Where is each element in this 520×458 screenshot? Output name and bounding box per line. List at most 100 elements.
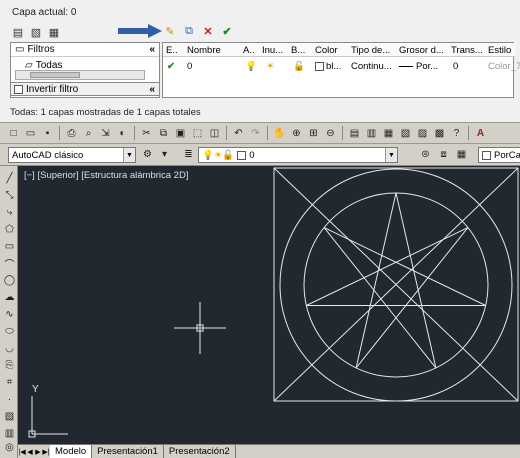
workspace-select[interactable]: AutoCAD clásico ▼ bbox=[8, 147, 136, 163]
line-icon[interactable]: ╱ bbox=[2, 171, 17, 186]
layer-name[interactable]: 0 bbox=[187, 61, 192, 72]
undo-icon[interactable]: ↶ bbox=[231, 126, 246, 141]
layer-linetype[interactable]: Continu... bbox=[351, 61, 392, 72]
col-plot-style[interactable]: Estilo ... bbox=[488, 45, 514, 56]
design-center-icon[interactable]: ▥ bbox=[364, 126, 379, 141]
point-icon[interactable]: · bbox=[2, 392, 17, 407]
col-linetype[interactable]: Tipo de... bbox=[351, 45, 395, 56]
polygon-icon[interactable]: ⬠ bbox=[2, 222, 17, 237]
zoom-window-icon[interactable]: ⊞ bbox=[306, 126, 321, 141]
layer-lineweight[interactable]: Por... bbox=[399, 61, 438, 72]
layer-states-icon[interactable]: ▦ bbox=[454, 147, 469, 162]
chevron-down-icon: ▼ bbox=[123, 148, 135, 162]
make-current-icon[interactable]: ⊜ bbox=[418, 147, 433, 162]
block-editor-icon[interactable]: ◫ bbox=[207, 126, 222, 141]
workspace-settings-icon[interactable]: ⚙ bbox=[140, 147, 155, 162]
col-name[interactable]: Nombre bbox=[187, 45, 235, 56]
new-group-filter-icon[interactable]: ▧ bbox=[28, 24, 44, 40]
zoom-previous-icon[interactable]: ⊖ bbox=[323, 126, 338, 141]
polyline-icon[interactable]: ⤷ bbox=[2, 205, 17, 220]
col-freeze[interactable]: Inu... bbox=[262, 45, 286, 56]
new-layer-frozen-icon[interactable]: ⧉ bbox=[181, 23, 197, 39]
prev-tab-icon[interactable]: ◀ bbox=[26, 447, 34, 457]
new-icon[interactable]: □ bbox=[6, 126, 21, 141]
scrollbar-thumb[interactable] bbox=[30, 72, 80, 78]
layer-row[interactable]: ✔ 0 💡 ☀ 🔓 bl... Continu... Por... 0 Colo… bbox=[163, 59, 520, 73]
sheet-set-icon[interactable]: ▧ bbox=[398, 126, 413, 141]
paste-icon[interactable]: ▣ bbox=[173, 126, 188, 141]
construction-line-icon[interactable]: ⤡ bbox=[2, 188, 17, 203]
layer-previous-icon[interactable]: ⧈ bbox=[436, 147, 451, 162]
tab-model[interactable]: Modelo bbox=[50, 445, 93, 458]
ellipse-arc-icon[interactable]: ◡ bbox=[2, 341, 17, 356]
gradient-icon[interactable]: ▥ bbox=[2, 426, 17, 441]
layer-color[interactable]: bl... bbox=[315, 61, 341, 72]
delete-layer-icon[interactable]: ✕ bbox=[200, 23, 216, 39]
new-layer-icon[interactable]: ✎ bbox=[162, 23, 178, 39]
cut-icon[interactable]: ✂ bbox=[139, 126, 154, 141]
redo-icon[interactable]: ↷ bbox=[248, 126, 263, 141]
layer-transparency[interactable]: 0 bbox=[453, 61, 458, 72]
tool-palettes-icon[interactable]: ▦ bbox=[381, 126, 396, 141]
last-tab-icon[interactable]: ▶| bbox=[42, 447, 50, 457]
viewport-label[interactable]: [−] [Superior] [Estructura alámbrica 2D] bbox=[24, 170, 188, 181]
properties-icon[interactable]: ▤ bbox=[347, 126, 362, 141]
new-property-filter-icon[interactable]: ▤ bbox=[10, 24, 26, 40]
open-icon[interactable]: ▭ bbox=[23, 126, 38, 141]
insert-block-icon[interactable]: ⎘ bbox=[2, 358, 17, 373]
text-style-icon[interactable]: A bbox=[473, 126, 488, 141]
customize-icon[interactable]: ▾ bbox=[157, 147, 172, 162]
col-color[interactable]: Color bbox=[315, 45, 347, 56]
save-icon[interactable]: ▪ bbox=[40, 126, 55, 141]
layer-select[interactable]: 💡 ☀ 🔓 0 ▼ bbox=[198, 147, 398, 163]
tab-layout-2[interactable]: Presentación2 bbox=[164, 445, 236, 458]
invert-filter-checkbox[interactable] bbox=[14, 84, 23, 94]
ellipse-icon[interactable]: ⬭ bbox=[2, 324, 17, 339]
collapse-icon[interactable]: « bbox=[149, 84, 155, 95]
col-lineweight[interactable]: Grosor d... bbox=[399, 45, 449, 56]
set-current-icon[interactable]: ✔ bbox=[219, 23, 235, 39]
zoom-realtime-icon[interactable]: ⊕ bbox=[289, 126, 304, 141]
make-block-icon[interactable]: ⌗ bbox=[2, 375, 17, 390]
col-transparency[interactable]: Trans... bbox=[451, 45, 485, 56]
col-lock[interactable]: B... bbox=[291, 45, 311, 56]
hatch-icon[interactable]: ▨ bbox=[2, 409, 17, 424]
drawing-area[interactable]: Y bbox=[18, 166, 520, 444]
sun-icon[interactable]: ☀ bbox=[266, 61, 275, 72]
workspace-layer-toolbar: AutoCAD clásico ▼ ⚙ ▾ ≣ 💡 ☀ 🔓 0 ▼ ⊜ ⧈ ▦ … bbox=[0, 144, 520, 166]
first-tab-icon[interactable]: |◀ bbox=[18, 447, 26, 457]
print-icon[interactable]: ⎙ bbox=[64, 126, 79, 141]
region-icon[interactable]: ◎ bbox=[2, 440, 17, 455]
rectangle-icon[interactable]: ▭ bbox=[2, 239, 17, 254]
match-properties-icon[interactable]: ⬚ bbox=[190, 126, 205, 141]
layer-states-icon[interactable]: ▦ bbox=[46, 24, 62, 40]
publish-icon[interactable]: ⇲ bbox=[98, 126, 113, 141]
pan-icon[interactable]: ✋ bbox=[272, 126, 287, 141]
publish-3d-icon[interactable]: ◐ bbox=[115, 126, 130, 141]
invert-filter-row[interactable]: Invertir filtro « bbox=[10, 82, 160, 96]
circle-icon[interactable]: ◯ bbox=[2, 273, 17, 288]
print-preview-icon[interactable]: ⌕ bbox=[81, 126, 96, 141]
drawing-canvas[interactable]: Y bbox=[18, 166, 520, 444]
revision-cloud-icon[interactable]: ☁ bbox=[2, 290, 17, 305]
layer-value: 0 bbox=[249, 149, 255, 161]
copy-icon[interactable]: ⧉ bbox=[156, 126, 171, 141]
tab-layout-1[interactable]: Presentación1 bbox=[92, 445, 164, 458]
unlock-icon[interactable]: 🔓 bbox=[293, 61, 305, 72]
color-select[interactable]: PorCapa bbox=[478, 147, 520, 163]
arc-icon[interactable]: ⌒ bbox=[2, 256, 17, 271]
lightbulb-icon[interactable]: 💡 bbox=[245, 61, 257, 72]
calculator-icon[interactable]: ▩ bbox=[432, 126, 447, 141]
next-tab-icon[interactable]: ▶ bbox=[34, 447, 42, 457]
layer-properties-icon[interactable]: ≣ bbox=[181, 147, 196, 162]
filter-toolbar: ▤ ▧ ▦ bbox=[10, 23, 62, 41]
spline-icon[interactable]: ∿ bbox=[2, 307, 17, 322]
collapse-icon[interactable]: « bbox=[149, 44, 155, 55]
filter-horizontal-scrollbar[interactable] bbox=[15, 70, 145, 80]
markup-icon[interactable]: ▨ bbox=[415, 126, 430, 141]
col-status[interactable]: E.. bbox=[166, 45, 184, 56]
crosshair-cursor bbox=[174, 302, 226, 354]
col-on[interactable]: A.. bbox=[243, 45, 259, 56]
help-icon[interactable]: ? bbox=[449, 126, 464, 141]
layer-status-text: Todas: 1 capas mostradas de 1 capas tota… bbox=[10, 107, 201, 118]
